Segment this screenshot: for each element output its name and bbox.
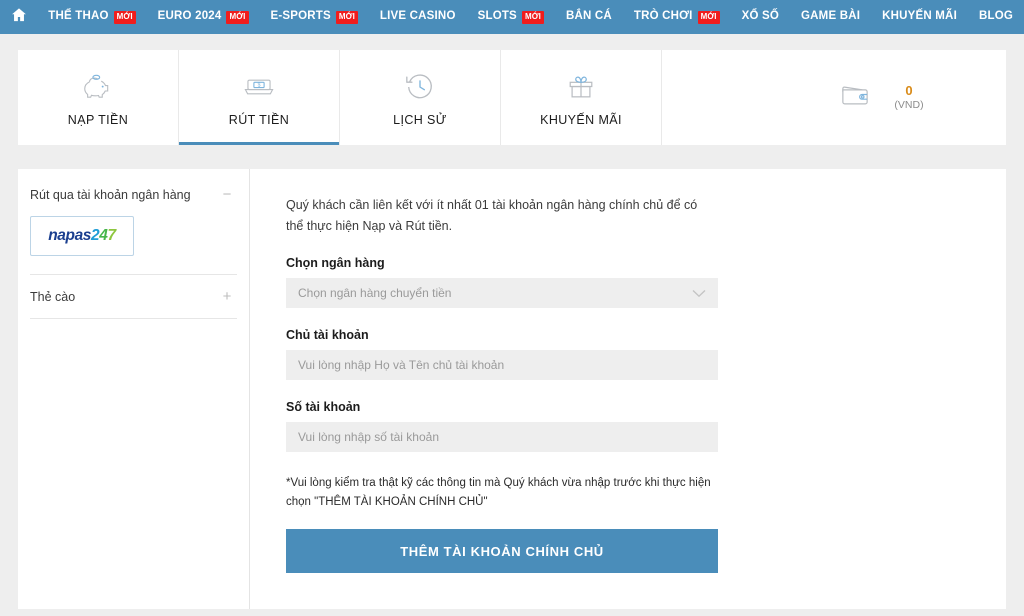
napas-method-card[interactable]: napas247	[30, 216, 134, 256]
nav-item-list: THỂ THAO MỚI EURO 2024 MỚI E-SPORTS MỚI LIVE C…	[37, 0, 1024, 34]
sidebar-section-title: Thẻ cào	[30, 289, 76, 304]
plus-icon[interactable]: +	[219, 289, 235, 304]
history-clock-icon	[404, 69, 436, 105]
atm-cash-icon: $	[242, 69, 276, 105]
new-badge: MỚI	[113, 10, 136, 24]
sidebar-section-bank-transfer[interactable]: Rút qua tài khoản ngân hàng − napas247	[30, 169, 237, 275]
nav-item-8[interactable]: GAME BÀI	[790, 0, 871, 34]
nav-item-4[interactable]: SLOTS MỚI	[467, 0, 555, 34]
new-badge: MỚI	[226, 10, 249, 24]
gift-icon	[566, 69, 596, 105]
nav-item-label: E-SPORTS	[270, 10, 331, 23]
nav-item-label: BLOG	[978, 10, 1013, 23]
nav-item-2[interactable]: E-SPORTS MỚI	[260, 0, 369, 34]
tab-bar-spacer	[662, 50, 756, 145]
account-number-label: Số tài khoản	[286, 400, 361, 415]
tab-rut-tien[interactable]: $ RÚT TIỀN	[179, 50, 340, 145]
top-navigation-bar: THỂ THAO MỚI EURO 2024 MỚI E-SPORTS MỚI LIVE C…	[0, 0, 1024, 34]
wallet-currency-label: (VND)	[894, 99, 924, 112]
new-badge: MỚI	[335, 10, 358, 24]
nav-item-5[interactable]: BẮN CÁ	[555, 0, 623, 34]
wallet-icon	[838, 81, 872, 114]
form-warning-note: *Vui lòng kiểm tra thật kỹ các thông tin…	[286, 477, 711, 508]
minus-icon[interactable]: −	[219, 187, 235, 202]
svg-text:$: $	[258, 82, 261, 88]
nav-item-label: KHUYẾN MÃI	[882, 10, 957, 23]
nav-item-label: BẮN CÁ	[565, 10, 612, 23]
nav-item-label: XỔ SỐ	[741, 10, 780, 23]
withdraw-method-sidebar: Rút qua tài khoản ngân hàng − napas247 T…	[18, 169, 250, 609]
home-icon	[10, 6, 28, 29]
tab-label: KHUYẾN MÃI	[540, 112, 622, 127]
nav-item-0[interactable]: THỂ THAO MỚI	[37, 0, 146, 34]
sidebar-section-scratch-card[interactable]: Thẻ cào +	[30, 275, 237, 319]
nav-item-9[interactable]: KHUYẾN MÃI	[871, 0, 968, 34]
napas-logo-text: napas	[48, 227, 92, 244]
tab-label: LỊCH SỬ	[393, 112, 447, 127]
sidebar-section-header[interactable]: Thẻ cào +	[30, 289, 237, 304]
account-holder-label: Chủ tài khoản	[286, 328, 369, 343]
nav-item-label: EURO 2024	[157, 10, 222, 23]
bank-account-form: Quý khách cần liên kết với ít nhất 01 tà…	[250, 169, 1006, 609]
bank-select-placeholder: Chọn ngân hàng chuyển tiền	[298, 286, 452, 301]
add-bank-account-button[interactable]: THÊM TÀI KHOẢN CHÍNH CHỦ	[286, 529, 718, 574]
new-badge: MỚI	[697, 10, 720, 24]
wallet-amount: 0 (VND)	[894, 83, 923, 112]
tab-label: NẠP TIỀN	[67, 112, 129, 127]
account-holder-placeholder: Vui lòng nhập Họ và Tên chủ tài khoản	[298, 358, 505, 373]
new-badge: MỚI	[521, 10, 544, 24]
tab-nap-tien[interactable]: NẠP TIỀN	[18, 50, 179, 145]
piggy-bank-icon	[81, 69, 115, 105]
wallet-balance-area[interactable]: 0 (VND)	[756, 50, 1006, 145]
nav-item-label: SLOTS	[477, 10, 517, 23]
withdraw-content-panel: Rút qua tài khoản ngân hàng − napas247 T…	[18, 169, 1006, 609]
sidebar-section-header[interactable]: Rút qua tài khoản ngân hàng −	[30, 187, 237, 202]
account-number-input[interactable]: Vui lòng nhập số tài khoản	[286, 422, 718, 453]
tab-khuyen-mai[interactable]: KHUYẾN MÃI	[501, 50, 662, 145]
nav-item-7[interactable]: XỔ SỐ	[731, 0, 790, 34]
nav-item-label: LIVE CASINO	[379, 10, 456, 23]
sidebar-section-title: Rút qua tài khoản ngân hàng	[30, 187, 191, 202]
nav-item-10[interactable]: BLOG	[968, 0, 1024, 34]
nav-item-label: THỂ THAO	[48, 10, 109, 23]
bank-select[interactable]: Chọn ngân hàng chuyển tiền	[286, 278, 718, 309]
chevron-down-icon[interactable]	[692, 289, 706, 298]
nav-item-label: TRÒ CHƠI	[633, 10, 693, 23]
napas-logo-digit-4: 4	[99, 227, 108, 244]
account-number-placeholder: Vui lòng nhập số tài khoản	[298, 430, 439, 445]
napas-logo: napas247	[48, 227, 116, 245]
tab-label: RÚT TIỀN	[228, 112, 290, 127]
account-holder-input[interactable]: Vui lòng nhập Họ và Tên chủ tài khoản	[286, 350, 718, 381]
napas-logo-digit-7: 7	[107, 227, 117, 244]
nav-item-1[interactable]: EURO 2024 MỚI	[147, 0, 260, 34]
wallet-balance-value: 0	[905, 82, 913, 98]
tab-lich-su[interactable]: LỊCH SỬ	[340, 50, 501, 145]
nav-home-button[interactable]	[0, 0, 37, 34]
bank-select-label: Chọn ngân hàng	[286, 256, 385, 271]
account-tab-bar: NẠP TIỀN $ RÚT TIỀN LỊCH SỬ KHUYẾN MÃI 0…	[18, 50, 1006, 145]
nav-item-6[interactable]: TRÒ CHƠI MỚI	[623, 0, 731, 34]
nav-item-label: GAME BÀI	[801, 10, 861, 23]
nav-item-3[interactable]: LIVE CASINO	[369, 0, 467, 34]
form-intro-text: Quý khách cần liên kết với ít nhất 01 tà…	[286, 198, 698, 233]
